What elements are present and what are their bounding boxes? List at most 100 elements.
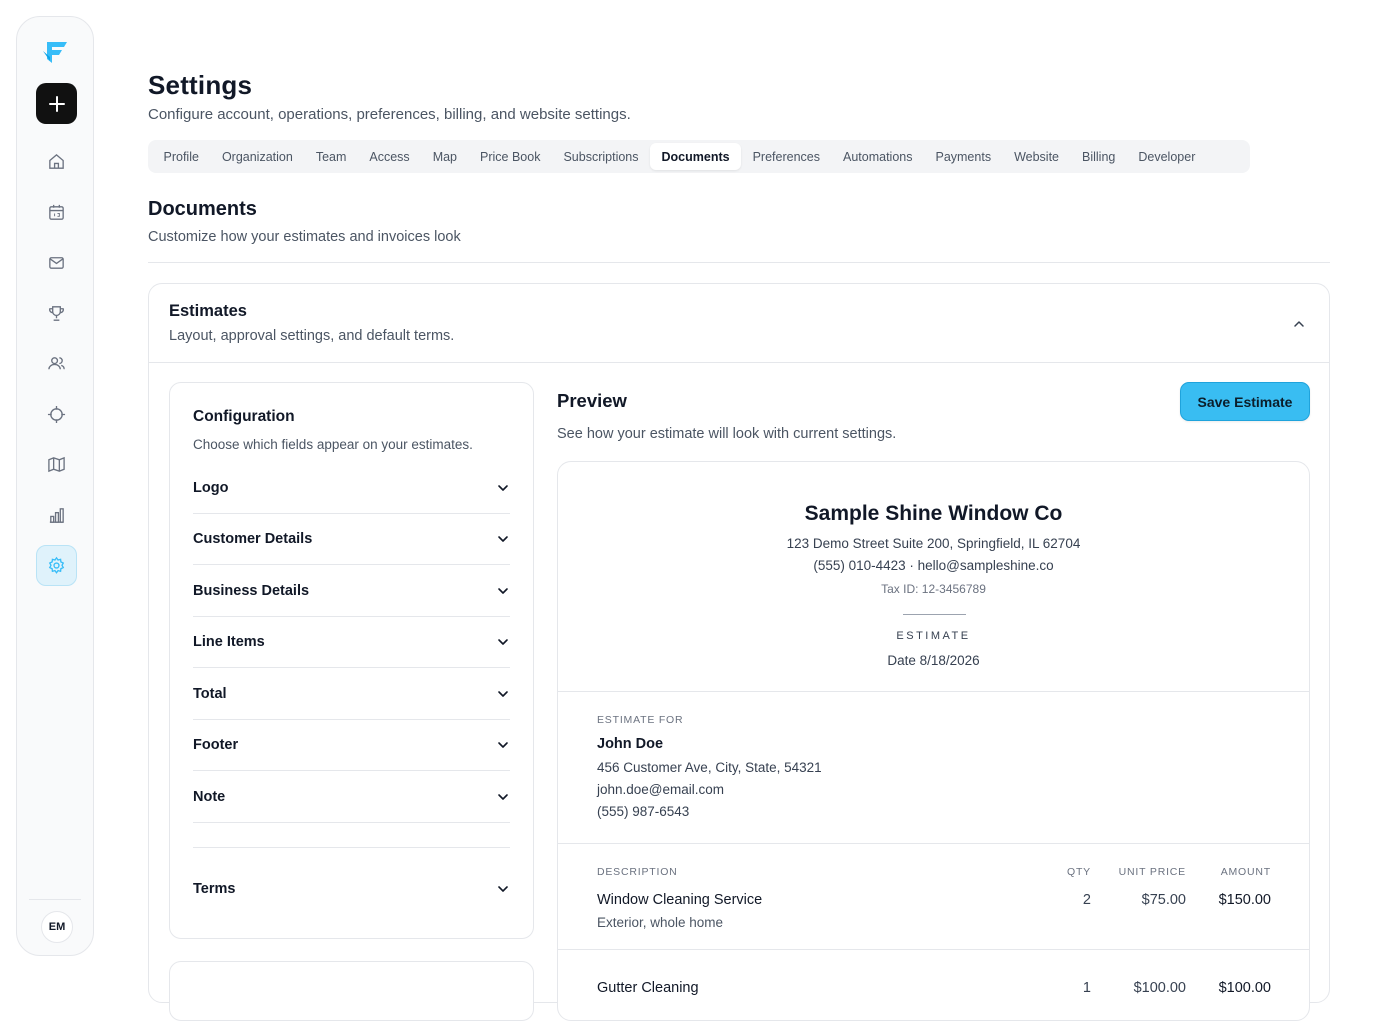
nav-settings[interactable] — [36, 545, 77, 586]
nav-mail[interactable] — [36, 242, 77, 283]
gear-icon — [48, 556, 65, 574]
line-item-amount: $150.00 — [1218, 892, 1271, 908]
create-new-button[interactable] — [36, 83, 77, 124]
preview-title: Preview — [557, 390, 627, 411]
home-icon — [49, 153, 64, 169]
document-kind: ESTIMATE — [896, 630, 971, 642]
accordion-customer-details[interactable]: Customer Details — [193, 514, 510, 565]
header-rule — [903, 614, 966, 615]
sidebar: EM — [16, 16, 94, 956]
tab-preferences[interactable]: Preferences — [741, 143, 831, 170]
accordion-business-details[interactable]: Business Details — [193, 566, 510, 617]
nav-trophy[interactable] — [36, 293, 77, 334]
document-date: Date 8/18/2026 — [887, 653, 980, 668]
nav-targets[interactable] — [36, 394, 77, 435]
tab-organization[interactable]: Organization — [210, 143, 304, 170]
accordion-label: Footer — [193, 737, 239, 753]
accordion-total[interactable]: Total — [193, 669, 510, 720]
accordion-label: Note — [193, 789, 226, 805]
nav-map[interactable] — [36, 444, 77, 485]
tab-subscriptions[interactable]: Subscriptions — [552, 143, 650, 170]
customer-email: john.doe@email.com — [597, 782, 725, 797]
section-title: Documents — [148, 198, 257, 220]
preview-subtitle: See how your estimate will look with cur… — [557, 426, 897, 442]
estimates-header[interactable]: Estimates Layout, approval settings, and… — [149, 284, 1329, 363]
chevron-down-icon — [498, 485, 508, 491]
tab-access[interactable]: Access — [358, 143, 421, 170]
chevron-down-icon — [498, 794, 508, 800]
configuration-subtitle: Choose which fields appear on your estim… — [193, 437, 473, 452]
settings-tabs: Profile Organization Team Access Map Pri… — [148, 140, 1250, 173]
tab-developer[interactable]: Developer — [1127, 143, 1207, 170]
chevron-down-icon — [498, 639, 508, 645]
line-item-amount: $100.00 — [1218, 980, 1271, 996]
tab-map[interactable]: Map — [421, 143, 468, 170]
configuration-card: Configuration Choose which fields appear… — [169, 382, 534, 939]
crosshair-icon — [47, 405, 66, 424]
business-name: Sample Shine Window Co — [804, 502, 1063, 525]
business-contact: (555) 010-4423 · hello@sampleshine.co — [813, 558, 1054, 573]
customer-label: ESTIMATE FOR — [597, 714, 684, 726]
collapse-button[interactable] — [1289, 314, 1309, 334]
customer-name: John Doe — [597, 736, 664, 752]
accordion-footer[interactable]: Footer — [193, 720, 510, 771]
nav-calendar[interactable] — [36, 192, 77, 233]
line-item-qty: 2 — [1082, 892, 1091, 908]
users-icon — [48, 357, 65, 370]
nav-home[interactable] — [36, 141, 77, 182]
plus-icon — [48, 95, 65, 112]
business-tax-id: Tax ID: 12-3456789 — [881, 582, 986, 596]
line-item-name: Window Cleaning Service — [597, 892, 763, 908]
estimates-subtitle: Layout, approval settings, and default t… — [169, 328, 455, 344]
chevron-down-icon — [498, 536, 508, 542]
line-item-unit-price: $75.00 — [1141, 892, 1186, 908]
line-items-table: DESCRIPTION QTY UNIT PRICE AMOUNT Window… — [558, 844, 1309, 950]
accordion-logo[interactable]: Logo — [193, 463, 510, 514]
tab-payments[interactable]: Payments — [924, 143, 1003, 170]
trophy-icon — [49, 306, 64, 321]
bar-chart-icon — [49, 508, 64, 523]
tab-website[interactable]: Website — [1003, 143, 1071, 170]
accordion-label: Customer Details — [193, 531, 313, 547]
terms-divider — [193, 847, 510, 848]
chevron-down-icon — [498, 742, 508, 748]
accordion-label: Logo — [193, 480, 229, 496]
estimates-title: Estimates — [169, 302, 247, 320]
secondary-card — [169, 961, 534, 1021]
chevron-up-icon — [1294, 321, 1304, 327]
document-header: Sample Shine Window Co 123 Demo Street S… — [558, 462, 1309, 692]
line-item-name: Gutter Cleaning — [597, 980, 699, 996]
accordion-terms[interactable]: Terms — [193, 863, 510, 914]
customer-block: ESTIMATE FOR John Doe 456 Customer Ave, … — [558, 692, 1309, 844]
tab-price-book[interactable]: Price Book — [469, 143, 552, 170]
section-subtitle: Customize how your estimates and invoice… — [148, 229, 461, 245]
tab-team[interactable]: Team — [304, 143, 358, 170]
line-item-qty: 1 — [1082, 980, 1091, 996]
business-address: 123 Demo Street Suite 200, Springfield, … — [786, 536, 1081, 551]
app-logo[interactable] — [41, 37, 71, 67]
column-header-unit-price: UNIT PRICE — [1118, 866, 1186, 878]
calendar-icon — [49, 204, 64, 220]
column-header-qty: QTY — [1067, 866, 1091, 878]
configuration-title: Configuration — [193, 408, 295, 425]
tab-billing[interactable]: Billing — [1071, 143, 1127, 170]
tab-documents[interactable]: Documents — [650, 143, 742, 170]
customer-address: 456 Customer Ave, City, State, 54321 — [597, 760, 822, 775]
estimates-panel: Estimates Layout, approval settings, and… — [148, 283, 1330, 1021]
save-estimate-button[interactable]: Save Estimate — [1180, 382, 1310, 421]
page-subtitle: Configure account, operations, preferenc… — [148, 106, 631, 123]
nav-reports[interactable] — [36, 495, 77, 536]
nav-customers[interactable] — [36, 343, 77, 384]
accordion-label: Total — [193, 686, 227, 702]
customer-phone: (555) 987-6543 — [597, 804, 690, 819]
tab-profile[interactable]: Profile — [152, 143, 210, 170]
accordion-note[interactable]: Note — [193, 772, 510, 823]
accordion-label: Terms — [193, 880, 236, 897]
tab-automations[interactable]: Automations — [832, 143, 924, 170]
accordion-label: Business Details — [193, 583, 310, 599]
user-avatar[interactable]: EM — [41, 911, 73, 943]
accordion-line-items[interactable]: Line Items — [193, 617, 510, 668]
mail-icon — [49, 257, 64, 269]
sidebar-divider — [29, 899, 81, 900]
chevron-down-icon — [498, 588, 508, 594]
